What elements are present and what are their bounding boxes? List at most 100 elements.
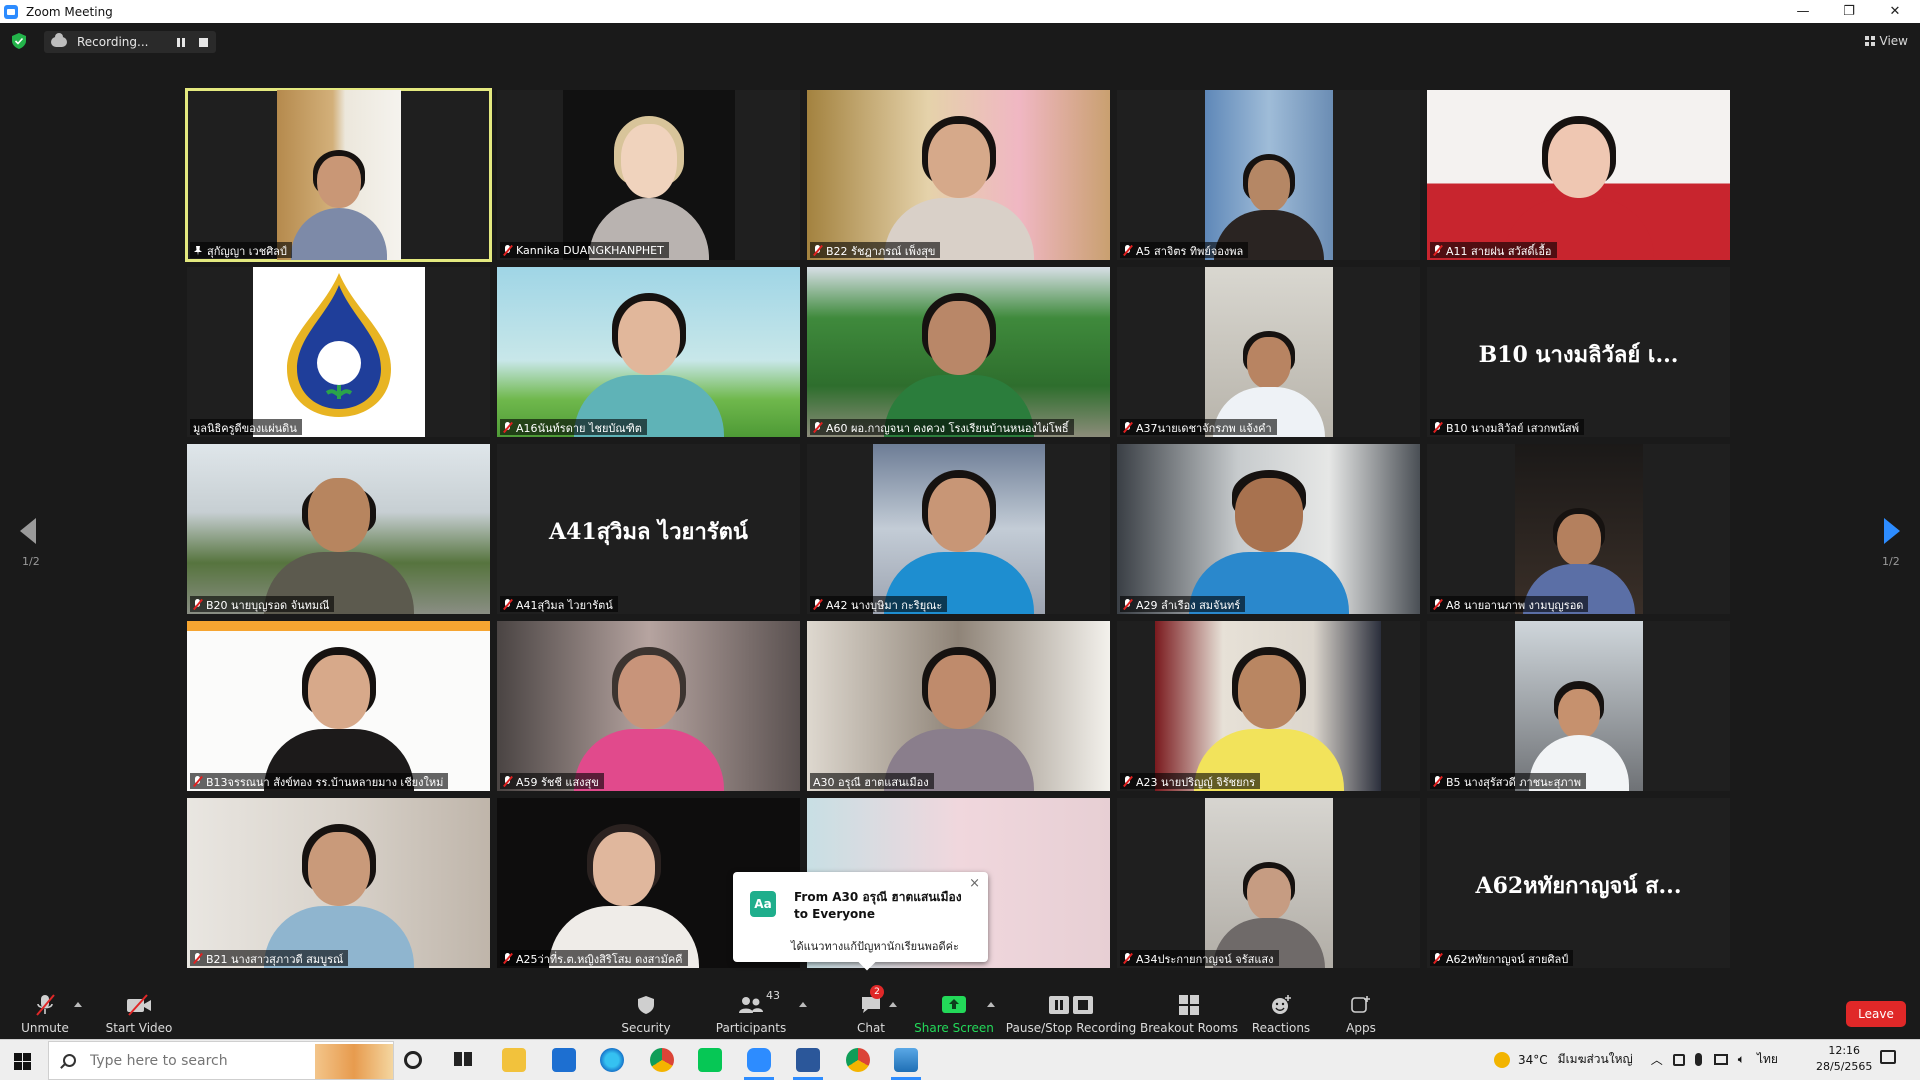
- zoom-app-icon[interactable]: [747, 1048, 771, 1072]
- chrome-icon[interactable]: [650, 1048, 674, 1072]
- video-tile[interactable]: A23 นายปริญญ์ จิรัชยกร: [1117, 621, 1420, 791]
- apps-button[interactable]: Apps: [1344, 974, 1378, 1039]
- cloud-icon: [51, 33, 67, 47]
- participants-options-caret-icon[interactable]: [799, 1002, 807, 1007]
- page-indicator-right: 1/2: [1882, 555, 1900, 568]
- title-bar: Zoom Meeting — ❐ ✕: [0, 0, 1920, 23]
- video-tile[interactable]: A62หทัยกาญจน์ ส... A62หทัยกาญจน์ สายศิลป…: [1427, 798, 1730, 968]
- video-tile[interactable]: B20 นายบุญรอด จันทมณี: [187, 444, 490, 614]
- share-screen-button[interactable]: Share Screen: [914, 974, 994, 1039]
- cortana-icon[interactable]: [404, 1051, 422, 1069]
- video-tile[interactable]: B22 รัชฎาภรณ์ เพ็งสุข: [807, 90, 1110, 260]
- taskbar-search[interactable]: [48, 1041, 394, 1080]
- muted-mic-icon: [1433, 599, 1442, 610]
- weather-condition[interactable]: มีเมฆส่วนใหญ่: [1558, 1050, 1633, 1069]
- video-tile[interactable]: สุกัญญา เวชศิลป์: [185, 88, 492, 262]
- previous-page-arrow-icon[interactable]: [20, 518, 36, 544]
- encryption-shield-icon[interactable]: [12, 33, 26, 49]
- reactions-button[interactable]: Reactions: [1250, 974, 1312, 1039]
- file-explorer-icon[interactable]: [502, 1048, 526, 1072]
- speaker-icon[interactable]: 🔈︎: [1738, 1052, 1745, 1067]
- chevron-up-icon[interactable]: ︿: [1651, 1051, 1663, 1068]
- line-app-icon[interactable]: [698, 1048, 722, 1072]
- word-icon[interactable]: [796, 1048, 820, 1072]
- mail-icon[interactable]: [552, 1048, 576, 1072]
- video-tile[interactable]: B21 นางสาวสุภาวดี สมบูรณ์: [187, 798, 490, 968]
- security-button[interactable]: Security: [615, 974, 677, 1039]
- participant-name: A34ประกายกาญจน์ จรัสแสง: [1136, 952, 1274, 966]
- windows-start-icon[interactable]: [14, 1053, 31, 1070]
- taskbar-search-input[interactable]: [90, 1052, 290, 1069]
- video-tile[interactable]: A59 รัชชี แสงสุข: [497, 621, 800, 791]
- participant-name: A42 นางบุษิมา กะริยุณะ: [826, 598, 943, 612]
- video-tile[interactable]: A60 ผอ.กาญจนา คงควง โรงเรียนบ้านหนองไผ่โ…: [807, 267, 1110, 437]
- security-label: Security: [621, 1021, 671, 1035]
- participant-name: A62หทัยกาญจน์ สายศิลป์: [1446, 952, 1569, 966]
- chat-unread-badge: 2: [870, 985, 884, 999]
- close-notification-button[interactable]: ×: [969, 876, 980, 891]
- video-tile[interactable]: A11 สายฝน สวัสดิ์เอื้อ: [1427, 90, 1730, 260]
- video-tile[interactable]: A5 สาจิตร ทิพย์จองพล: [1117, 90, 1420, 260]
- leave-button[interactable]: Leave: [1846, 1001, 1906, 1027]
- chat-options-caret-icon[interactable]: [889, 1002, 897, 1007]
- chat-label: Chat: [856, 1021, 886, 1035]
- weather-temperature[interactable]: 34°C: [1518, 1053, 1548, 1067]
- pause-stop-recording-button[interactable]: Pause/Stop Recording: [1006, 974, 1136, 1039]
- muted-mic-icon: [193, 599, 202, 610]
- breakout-rooms-button[interactable]: Breakout Rooms: [1139, 974, 1239, 1039]
- muted-mic-icon: [503, 422, 512, 433]
- microphone-muted-icon: [36, 994, 55, 1016]
- video-camera-off-icon: [127, 994, 151, 1016]
- pause-stop-recording-label: Pause/Stop Recording: [1005, 1021, 1137, 1035]
- pause-recording-button[interactable]: [171, 34, 191, 50]
- video-tile[interactable]: A8 นายอานภาพ งามบุญรอด: [1427, 444, 1730, 614]
- participant-name: สุกัญญา เวชศิลป์: [207, 244, 287, 258]
- close-button[interactable]: ✕: [1872, 0, 1918, 23]
- input-language[interactable]: ไทย: [1757, 1050, 1778, 1069]
- video-tile[interactable]: Kannika DUANGKHANPHET: [497, 90, 800, 260]
- taskbar-clock[interactable]: 12:16 28/5/2565: [1816, 1043, 1872, 1075]
- start-video-label: Start Video: [105, 1021, 173, 1035]
- participant-name: A41สุวิมล ไวยารัตน์: [516, 598, 613, 612]
- share-options-caret-icon[interactable]: [987, 1002, 995, 1007]
- video-tile[interactable]: B5 นางสุรัสวดี ภาชนะสุภาพ: [1427, 621, 1730, 791]
- video-tile[interactable]: B10 นางมลิวัลย์ เ... B10 นางมลิวัลย์ เสว…: [1427, 267, 1730, 437]
- minimize-button[interactable]: —: [1780, 0, 1826, 23]
- reactions-label: Reactions: [1251, 1021, 1311, 1035]
- participant-name: A8 นายอานภาพ งามบุญรอด: [1446, 598, 1584, 612]
- pause-stop-recording-icon: [1049, 996, 1093, 1014]
- video-tile[interactable]: A29 ลำเรือง สมจันทร์: [1117, 444, 1420, 614]
- next-page-arrow-icon[interactable]: [1884, 518, 1900, 544]
- notifications-icon[interactable]: [1880, 1050, 1896, 1064]
- video-tile[interactable]: A37นายเดชาจักรภพ แจ้งคำ: [1117, 267, 1420, 437]
- video-tile[interactable]: A42 นางบุษิมา กะริยุณะ: [807, 444, 1110, 614]
- video-tile[interactable]: A30 อรุณี ฮาตแสนเมือง: [807, 621, 1110, 791]
- participant-name: A59 รัชชี แสงสุข: [516, 775, 599, 789]
- chat-notification[interactable]: Aa From A30 อรุณี ฮาตแสนเมือง to Everyon…: [733, 872, 988, 971]
- video-tile[interactable]: A16นันท์รดาย ไชยบัณฑิต: [497, 267, 800, 437]
- task-view-icon[interactable]: [452, 1048, 476, 1072]
- stop-recording-button[interactable]: [193, 34, 213, 50]
- view-button[interactable]: View: [1864, 34, 1908, 48]
- window-title: Zoom Meeting: [26, 4, 113, 19]
- muted-mic-icon: [503, 245, 512, 256]
- edge-browser-icon[interactable]: [600, 1048, 624, 1072]
- video-tile[interactable]: A41สุวิมล ไวยารัตน์ A41สุวิมล ไวยารัตน์: [497, 444, 800, 614]
- monitor-icon[interactable]: [1713, 1054, 1728, 1065]
- restore-button[interactable]: ❐: [1826, 0, 1872, 23]
- photos-icon[interactable]: [894, 1048, 918, 1072]
- video-tile[interactable]: มูลนิธิครูดีของแผ่นดิน: [187, 267, 490, 437]
- start-video-button[interactable]: Start Video: [100, 974, 178, 1039]
- unmute-button[interactable]: Unmute: [12, 974, 78, 1039]
- chat-message: ได้แนวทางแก้ปัญหานักเรียนพอดีค่ะ: [791, 940, 959, 953]
- network-icon[interactable]: [1672, 1053, 1685, 1066]
- participants-button[interactable]: 43 Participants: [712, 974, 790, 1039]
- chrome-profile-icon[interactable]: [846, 1048, 870, 1072]
- breakout-rooms-label: Breakout Rooms: [1139, 1021, 1239, 1035]
- microphone-icon[interactable]: [1694, 1053, 1702, 1066]
- audio-options-caret-icon[interactable]: [74, 1002, 82, 1007]
- video-tile[interactable]: A34ประกายกาญจน์ จรัสแสง: [1117, 798, 1420, 968]
- video-tile[interactable]: B13จรรณนา สังข์ทอง รร.บ้านหลายมาง เชียงใ…: [187, 621, 490, 791]
- unmute-label: Unmute: [21, 1021, 69, 1035]
- muted-mic-icon: [1433, 953, 1442, 964]
